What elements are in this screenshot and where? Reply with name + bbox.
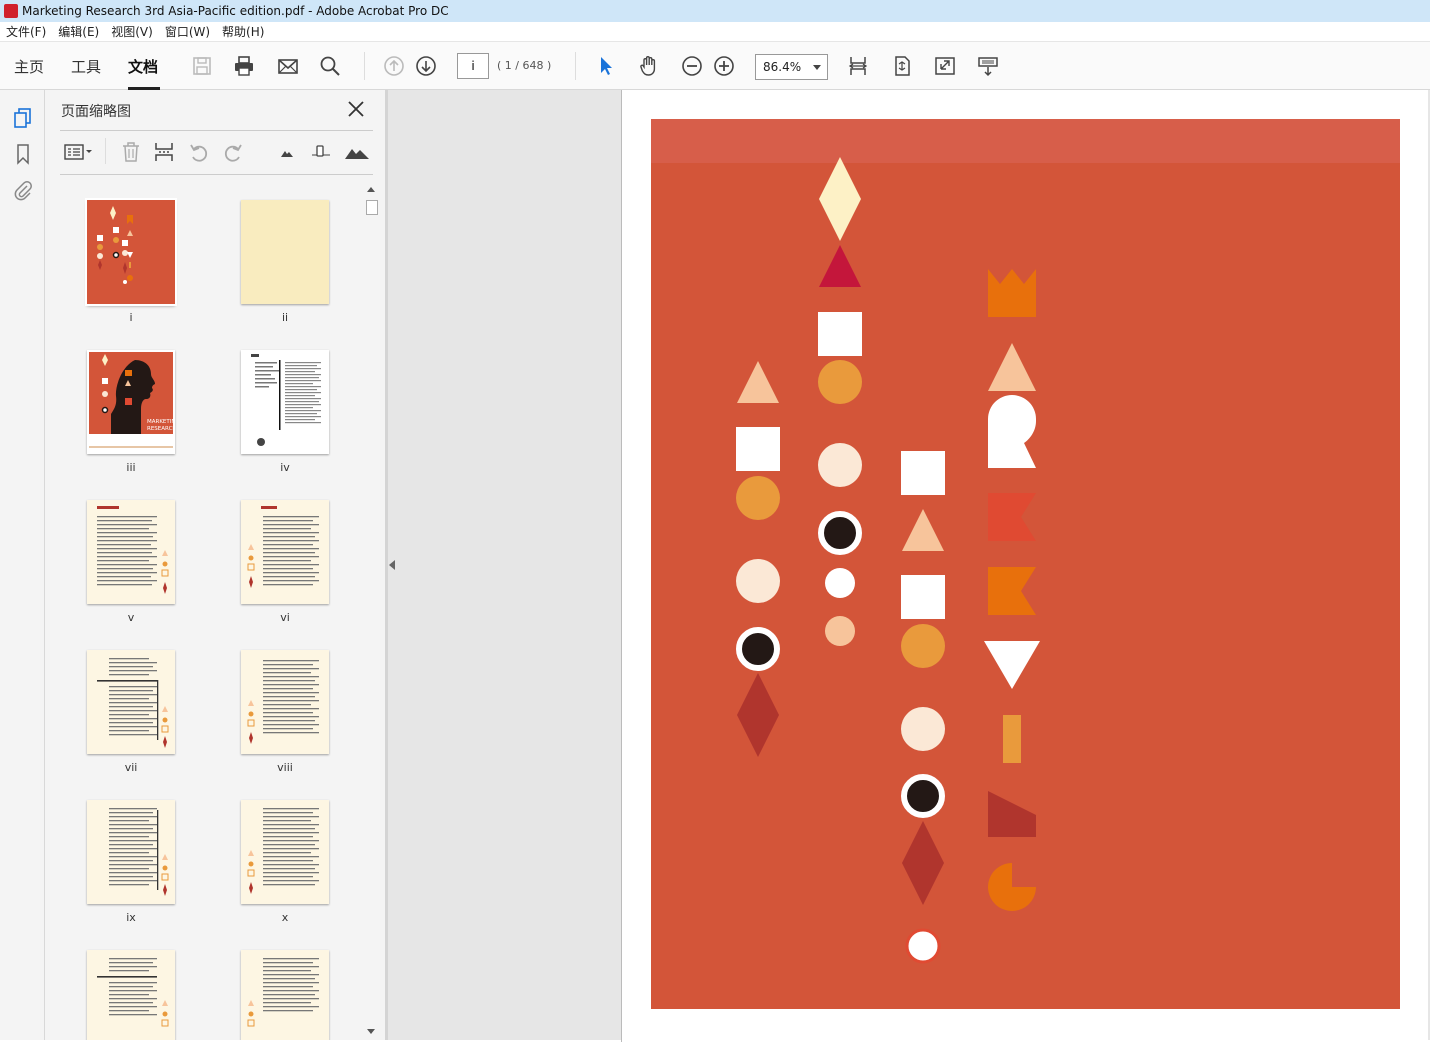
zoom-in-icon[interactable]	[712, 54, 736, 78]
rotate-right-icon[interactable]	[221, 140, 245, 164]
next-page-icon[interactable]	[414, 54, 438, 78]
large-thumbnails-icon[interactable]	[343, 140, 371, 164]
close-icon[interactable]	[345, 98, 367, 120]
zoom-out-icon[interactable]	[680, 54, 704, 78]
title-bar: Marketing Research 3rd Asia-Pacific edit…	[0, 0, 1430, 22]
menu-file[interactable]: 文件(F)	[6, 23, 46, 40]
chevron-down-icon	[813, 65, 821, 70]
thumbnail-page-v[interactable]	[87, 500, 175, 604]
pdf-page	[621, 90, 1428, 1042]
window-title: Marketing Research 3rd Asia-Pacific edit…	[22, 4, 449, 18]
scrollbar-thumb[interactable]	[366, 200, 378, 215]
thumbnail-page-x[interactable]	[241, 800, 329, 904]
rotate-left-icon[interactable]	[187, 140, 211, 164]
hand-tool-icon[interactable]	[637, 54, 661, 78]
menu-view[interactable]: 视图(V)	[111, 23, 153, 40]
scroll-mode-icon[interactable]	[976, 54, 1000, 78]
thumbnail-label: viii	[277, 761, 293, 774]
tab-tools[interactable]: 工具	[71, 56, 101, 77]
menu-bar: 文件(F) 编辑(E) 视图(V) 窗口(W) 帮助(H)	[0, 22, 1430, 42]
thumbnail-options-icon[interactable]	[62, 140, 96, 164]
thumbnail-page-iii[interactable]: MARKETING RESEARCH	[87, 350, 175, 454]
panel-divider	[60, 174, 373, 175]
thumbnail-page-vi[interactable]	[241, 500, 329, 604]
thumbnail-page-next[interactable]	[241, 950, 329, 1040]
thumbnail-label: iv	[280, 461, 290, 474]
tab-document[interactable]: 文档	[128, 56, 158, 77]
zoom-level-select[interactable]: 86.4%	[755, 54, 828, 80]
thumbnails-panel: 页面缩略图 i ii MARKETIN RESEARCH iii iv v vi…	[45, 90, 385, 1040]
fit-page-icon[interactable]	[890, 54, 914, 78]
main-toolbar: 主页 工具 文档 ( 1 / 648 ) 86.4%	[0, 42, 1430, 90]
page-count: ( 1 / 648 )	[497, 59, 552, 72]
tab-home[interactable]: 主页	[14, 56, 44, 77]
thumbnail-page-next[interactable]	[87, 950, 175, 1040]
thumbnail-list: i ii MARKETING RESEARCH iii	[45, 185, 365, 1040]
save-icon[interactable]	[190, 54, 214, 78]
bookmark-icon[interactable]	[11, 142, 35, 166]
book-cover-artwork	[651, 119, 1400, 1009]
full-screen-icon[interactable]	[933, 54, 957, 78]
fit-width-icon[interactable]	[846, 54, 870, 78]
insert-page-icon[interactable]	[152, 140, 176, 164]
search-icon[interactable]	[318, 54, 342, 78]
small-thumbnails-icon[interactable]	[275, 140, 299, 164]
thumbnail-label: ix	[126, 911, 136, 924]
email-icon[interactable]	[276, 54, 300, 78]
panel-toolbar-separator	[105, 138, 106, 164]
thumbnail-label: vii	[124, 761, 138, 774]
menu-help[interactable]: 帮助(H)	[222, 23, 264, 40]
toolbar-separator	[575, 52, 576, 80]
print-icon[interactable]	[232, 54, 256, 78]
select-tool-icon[interactable]	[594, 54, 618, 78]
menu-edit[interactable]: 编辑(E)	[58, 23, 99, 40]
thumbnail-size-slider-icon[interactable]	[309, 140, 333, 164]
scroll-up-icon[interactable]	[367, 187, 375, 192]
thumbnail-label: ii	[281, 311, 289, 324]
panel-title: 页面缩略图	[61, 104, 131, 120]
thumbnail-label: iii	[126, 461, 136, 474]
panel-divider	[60, 130, 373, 131]
svg-text:RESEARCH: RESEARCH	[147, 426, 175, 432]
toolbar-separator	[364, 52, 365, 80]
thumbnail-page-iv[interactable]	[241, 350, 329, 454]
thumbnail-label: v	[127, 611, 135, 624]
thumbnail-page-i[interactable]	[85, 198, 177, 306]
page-thumbnails-icon[interactable]	[11, 106, 35, 130]
attachment-icon[interactable]	[11, 178, 35, 202]
svg-text:MARKETING: MARKETING	[147, 419, 175, 425]
thumbnail-page-vii[interactable]	[87, 650, 175, 754]
thumbnail-label: x	[281, 911, 289, 924]
zoom-level-value: 86.4%	[763, 60, 802, 74]
document-viewport[interactable]	[388, 90, 1430, 1042]
scroll-down-icon[interactable]	[367, 1029, 375, 1034]
acrobat-logo-icon	[4, 4, 18, 18]
thumbnail-label: i	[129, 311, 133, 324]
delete-icon[interactable]	[119, 140, 143, 164]
collapse-panel-icon[interactable]	[389, 560, 395, 570]
previous-page-icon[interactable]	[382, 54, 406, 78]
menu-window[interactable]: 窗口(W)	[165, 23, 210, 40]
thumbnail-page-ix[interactable]	[87, 800, 175, 904]
thumbnail-page-ii[interactable]	[241, 200, 329, 304]
navigation-rail	[0, 90, 45, 1040]
page-number-input[interactable]	[457, 53, 489, 79]
thumbnail-label: vi	[280, 611, 290, 624]
thumbnail-page-viii[interactable]	[241, 650, 329, 754]
thumbnail-scrollbar[interactable]	[364, 185, 378, 1040]
